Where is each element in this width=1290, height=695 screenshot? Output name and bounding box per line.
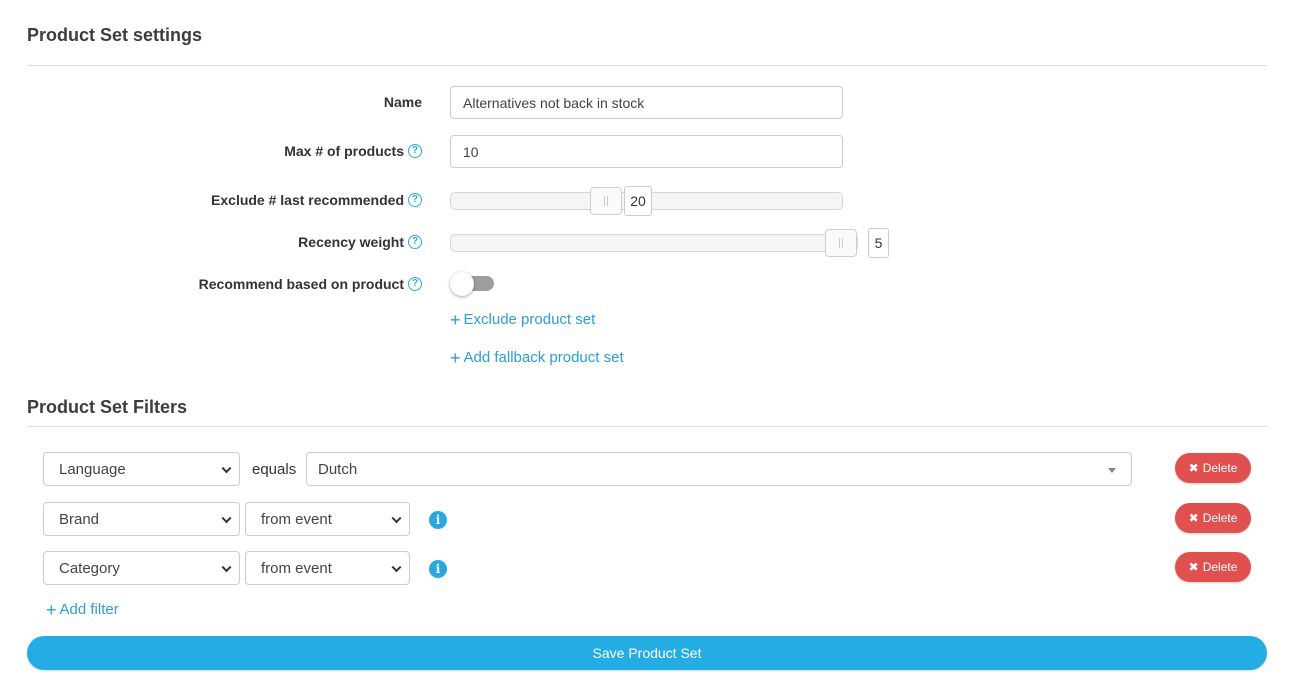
- recommend-label: Recommend based on product ?: [199, 276, 422, 292]
- save-product-set-button[interactable]: Save Product Set: [27, 636, 1267, 670]
- filter-field-select[interactable]: Category: [43, 551, 240, 585]
- recency-slider-handle[interactable]: [825, 229, 857, 257]
- plus-icon: +: [450, 309, 461, 330]
- delete-filter-button[interactable]: ✖ Delete: [1175, 503, 1251, 533]
- chevron-down-icon: [221, 562, 232, 573]
- chevron-down-icon: [221, 463, 232, 474]
- recency-weight-label: Recency weight ?: [298, 234, 422, 250]
- name-input[interactable]: [450, 86, 843, 119]
- recommend-toggle[interactable]: [450, 272, 496, 296]
- recency-slider-track[interactable]: [450, 234, 858, 252]
- exclude-last-label: Exclude # last recommended ?: [211, 192, 422, 208]
- filter-value-select[interactable]: Dutch: [306, 452, 1132, 486]
- question-circle-icon[interactable]: ?: [408, 193, 422, 207]
- name-label: Name: [383, 94, 422, 110]
- close-icon: ✖: [1188, 461, 1199, 475]
- grip-icon: [604, 196, 608, 206]
- exclude-slider-handle[interactable]: [590, 187, 622, 215]
- recency-value: 5: [868, 228, 889, 258]
- filter-operator-select[interactable]: from event: [245, 502, 410, 536]
- filter-field-select[interactable]: Language: [43, 452, 240, 486]
- max-products-label: Max # of products ?: [284, 143, 422, 159]
- plus-icon: +: [450, 347, 461, 368]
- toggle-knob: [450, 272, 474, 296]
- max-products-input[interactable]: [450, 135, 843, 168]
- close-icon: ✖: [1188, 560, 1199, 574]
- delete-filter-button[interactable]: ✖ Delete: [1175, 552, 1251, 582]
- question-circle-icon[interactable]: ?: [408, 277, 422, 291]
- chevron-down-icon: [391, 562, 402, 573]
- info-circle-icon[interactable]: i: [429, 511, 447, 529]
- settings-title: Product Set settings: [27, 25, 203, 45]
- chevron-down-icon: [221, 513, 232, 524]
- question-circle-icon[interactable]: ?: [408, 144, 422, 158]
- exclude-product-set-link[interactable]: + Exclude product set: [450, 309, 595, 330]
- plus-icon: +: [46, 599, 57, 620]
- question-circle-icon[interactable]: ?: [408, 235, 422, 249]
- grip-icon: [839, 238, 843, 248]
- add-filter-link[interactable]: + Add filter: [46, 599, 119, 620]
- info-circle-icon[interactable]: i: [429, 560, 447, 578]
- filter-field-select[interactable]: Brand: [43, 502, 240, 536]
- filter-operator-select[interactable]: from event: [245, 551, 410, 585]
- exclude-value: 20: [624, 186, 652, 216]
- filters-title: Product Set Filters: [27, 397, 188, 417]
- filters-divider: [27, 426, 1267, 427]
- caret-down-icon: [1108, 468, 1116, 473]
- filter-operator-text: equals: [252, 461, 297, 478]
- close-icon: ✖: [1188, 511, 1199, 525]
- delete-filter-button[interactable]: ✖ Delete: [1175, 453, 1251, 483]
- settings-divider: [27, 65, 1267, 66]
- add-fallback-link[interactable]: + Add fallback product set: [450, 347, 624, 368]
- chevron-down-icon: [391, 513, 402, 524]
